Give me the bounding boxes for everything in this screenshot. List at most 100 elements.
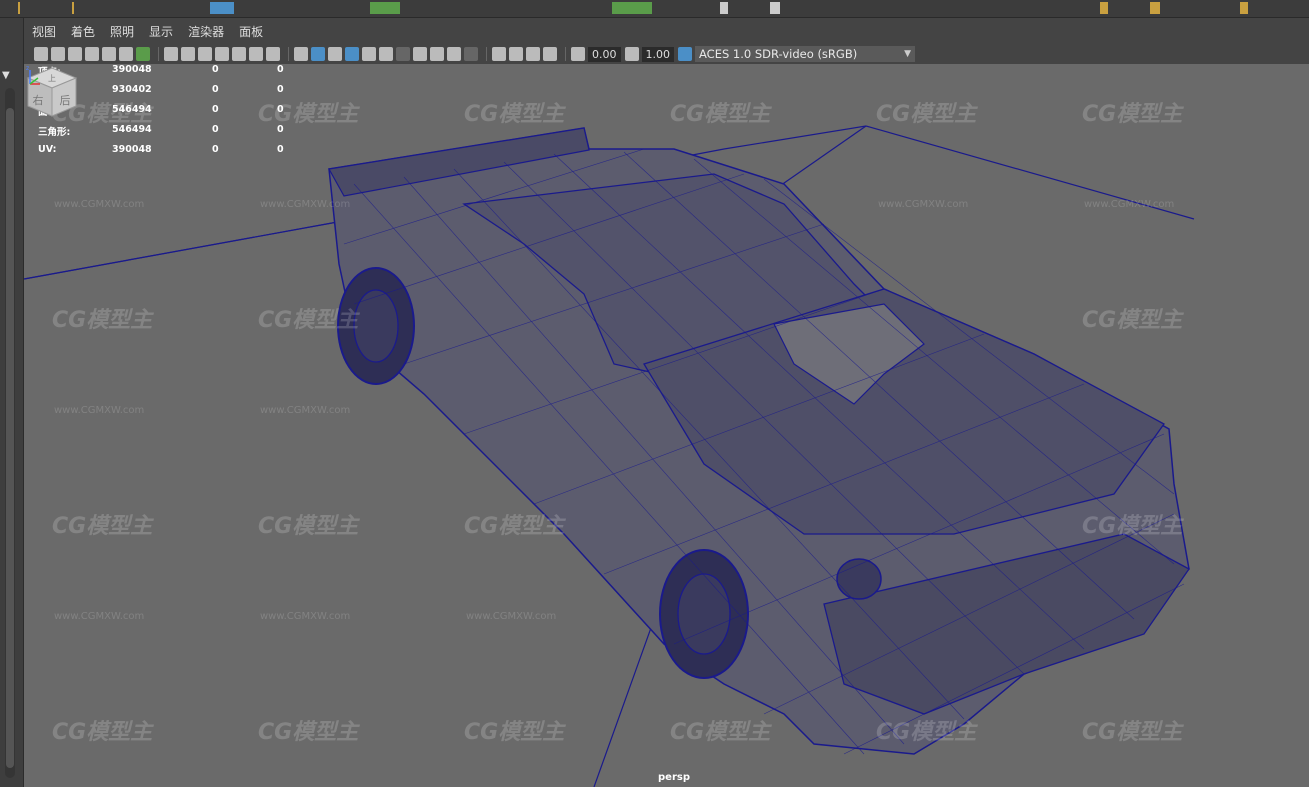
- gamma-icon[interactable]: [624, 47, 639, 61]
- hud-value: 0: [212, 84, 219, 95]
- camera-attributes-icon[interactable]: [51, 47, 65, 61]
- watermark-logo: CG模型主: [464, 720, 565, 745]
- viewcube-top-label: 上: [48, 74, 56, 83]
- xray-joints-icon[interactable]: [509, 47, 523, 61]
- viewcube-back-label: 后: [60, 94, 71, 107]
- isolate-select-icon[interactable]: [492, 47, 506, 61]
- shelf-icon[interactable]: [210, 2, 234, 14]
- select-camera-icon[interactable]: [34, 47, 48, 61]
- default-material-icon[interactable]: [328, 47, 342, 61]
- wireframe-on-shaded-icon[interactable]: [345, 47, 359, 61]
- watermark-logo: CG模型主: [1082, 308, 1183, 333]
- hud-label: UV:: [38, 144, 57, 155]
- color-space-select[interactable]: ACES 1.0 SDR-video (sRGB) ▼: [695, 46, 915, 62]
- watermark-url: www.CGMXW.com: [1084, 199, 1175, 210]
- hud-value: 546494: [112, 124, 152, 135]
- hud-value: 0: [277, 64, 284, 75]
- hud-value: 390048: [112, 64, 152, 75]
- hud-value: 0: [212, 64, 219, 75]
- motion-blur-icon[interactable]: [430, 47, 444, 61]
- menu-lighting[interactable]: 照明: [110, 23, 134, 40]
- hud-label: 三角形:: [38, 127, 71, 138]
- 2d-pan-zoom-icon[interactable]: [102, 47, 116, 61]
- scene-canvas: [24, 125, 1195, 787]
- hud-value: 0: [212, 104, 219, 115]
- hud-value: 0: [212, 124, 219, 135]
- car-wireframe: [328, 127, 1190, 755]
- exposure-field[interactable]: 0.00: [588, 46, 621, 62]
- watermark-logo: CG模型主: [258, 308, 359, 333]
- left-side-panel: ▼: [0, 18, 24, 787]
- watermark-logo: CG模型主: [464, 514, 565, 539]
- viewcube-right-label: 右: [33, 93, 44, 107]
- hud-value: 0: [277, 144, 284, 155]
- pencil-icon[interactable]: [136, 47, 150, 61]
- watermark-url: www.CGMXW.com: [260, 405, 351, 416]
- shadows-icon[interactable]: [396, 47, 410, 61]
- menu-show[interactable]: 显示: [149, 23, 173, 40]
- shelf-icon[interactable]: [370, 2, 400, 14]
- watermark-logo: CG模型主: [52, 308, 153, 333]
- hud-value: 930402: [112, 84, 152, 95]
- hud-value: 0: [277, 104, 284, 115]
- shelf-icon[interactable]: [18, 2, 20, 14]
- watermark-url: www.CGMXW.com: [260, 199, 351, 210]
- screen-space-ao-icon[interactable]: [413, 47, 427, 61]
- field-chart-icon[interactable]: [232, 47, 246, 61]
- resolution-gate-icon[interactable]: [198, 47, 212, 61]
- grease-pencil-icon[interactable]: [119, 47, 133, 61]
- scrollbar-thumb[interactable]: [6, 108, 14, 768]
- shelf-icon[interactable]: [1100, 2, 1108, 14]
- hud-row-uvs: UV: 390048 0 0: [38, 144, 298, 164]
- watermark-logo: CG模型主: [670, 720, 771, 745]
- watermark-logo: CG模型主: [258, 514, 359, 539]
- watermark-logo: CG模型主: [52, 514, 153, 539]
- axis-gizmo-icon: z: [26, 65, 40, 85]
- wireframe-icon[interactable]: [294, 47, 308, 61]
- safe-action-icon[interactable]: [249, 47, 263, 61]
- shelf-icon[interactable]: [720, 2, 728, 14]
- collapse-arrow-icon[interactable]: ▼: [2, 70, 10, 81]
- watermark-logo: CG模型主: [1082, 720, 1183, 745]
- shelf-strip: [0, 0, 1309, 18]
- shelf-icon[interactable]: [72, 2, 74, 14]
- viewport-toolbar: 0.00 1.00 ACES 1.0 SDR-video (sRGB) ▼: [24, 44, 1309, 64]
- shelf-icon[interactable]: [770, 2, 780, 14]
- hud-row-triangles: 三角形: 546494 0 0: [38, 124, 298, 144]
- lighting-icon[interactable]: [379, 47, 393, 61]
- menu-shading[interactable]: 着色: [71, 23, 95, 40]
- safe-title-icon[interactable]: [266, 47, 280, 61]
- watermark-url: www.CGMXW.com: [466, 611, 557, 622]
- gamma-field[interactable]: 1.00: [641, 46, 674, 62]
- hud-value: 390048: [112, 144, 152, 155]
- anti-aliasing-icon[interactable]: [447, 47, 461, 61]
- smooth-shade-icon[interactable]: [311, 47, 325, 61]
- menu-view[interactable]: 视图: [32, 23, 56, 40]
- depth-of-field-icon[interactable]: [464, 47, 478, 61]
- menu-renderer[interactable]: 渲染器: [188, 23, 224, 40]
- toolbar-divider: [486, 47, 487, 61]
- color-management-icon[interactable]: [678, 47, 692, 61]
- watermark-logo: CG模型主: [258, 720, 359, 745]
- watermark-url: www.CGMXW.com: [54, 611, 145, 622]
- shelf-icon[interactable]: [612, 2, 652, 14]
- xray-active-icon[interactable]: [526, 47, 540, 61]
- image-plane-icon[interactable]: [85, 47, 99, 61]
- shelf-icon[interactable]: [1150, 2, 1160, 14]
- toolbar-divider: [288, 47, 289, 61]
- xray-icon[interactable]: [362, 47, 376, 61]
- hud-value: 546494: [112, 104, 152, 115]
- film-gate-icon[interactable]: [181, 47, 195, 61]
- hud-value: 0: [212, 144, 219, 155]
- exposure-icon[interactable]: [571, 47, 585, 61]
- shelf-icon[interactable]: [1240, 2, 1248, 14]
- menu-panels[interactable]: 面板: [239, 23, 263, 40]
- watermark-url: www.CGMXW.com: [54, 199, 145, 210]
- bookmark-icon[interactable]: [68, 47, 82, 61]
- grid-icon[interactable]: [164, 47, 178, 61]
- 3d-viewport[interactable]: CG模型主 CG模型主 CG模型主 CG模型主 CG模型主 CG模型主 CG模型…: [24, 64, 1309, 787]
- watermark-logo: CG模型主: [876, 102, 977, 127]
- toolbar-divider: [158, 47, 159, 61]
- backface-culling-icon[interactable]: [543, 47, 557, 61]
- gate-mask-icon[interactable]: [215, 47, 229, 61]
